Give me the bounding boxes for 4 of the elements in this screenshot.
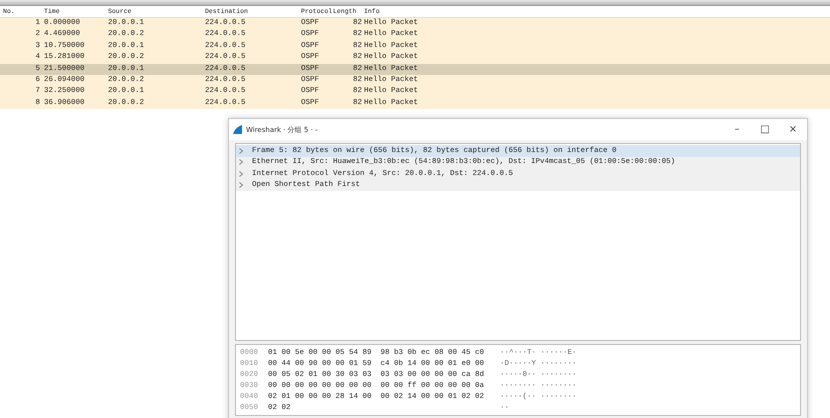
- maximize-button[interactable]: □: [751, 119, 779, 140]
- close-button[interactable]: ×: [779, 119, 807, 140]
- fin-icon: [233, 125, 242, 134]
- minimize-button[interactable]: –: [723, 119, 751, 140]
